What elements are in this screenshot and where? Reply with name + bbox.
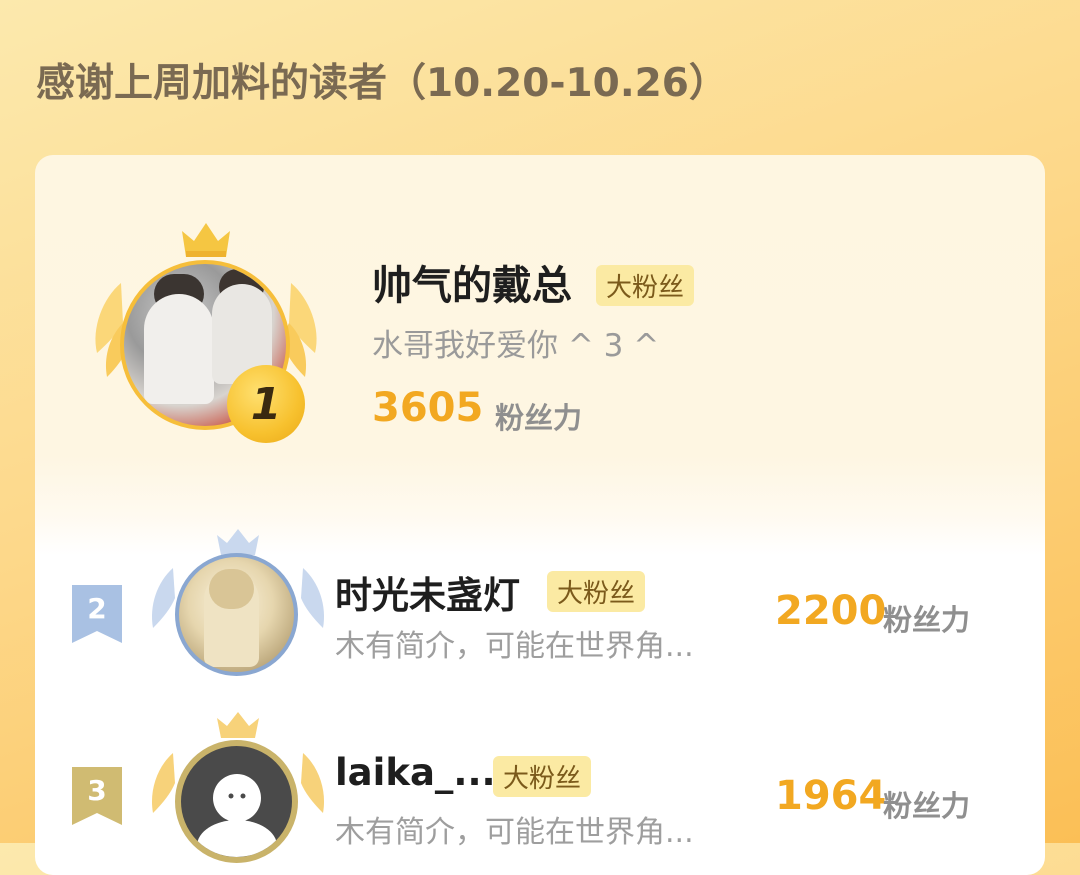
fan-level-tag: 大粉丝 (547, 571, 646, 612)
rank-flag-icon: 3 (72, 767, 122, 825)
reader-bio: 木有简介，可能在世界角... (335, 629, 694, 664)
page-title: 感谢上周加料的读者（10.20-10.26） (36, 61, 728, 106)
reader-name[interactable]: 时光未盏灯 (335, 565, 520, 619)
reader-bio: 木有简介，可能在世界角... (335, 815, 694, 850)
rank-number: 2 (87, 592, 106, 625)
fan-level-tag: 大粉丝 (596, 265, 695, 306)
fan-level-tag: 大粉丝 (493, 756, 592, 797)
crown-icon (182, 223, 230, 257)
reader-name[interactable]: laika_... (335, 751, 496, 794)
fan-power-score: 3605 (372, 385, 484, 431)
rank-flag-icon: 2 (72, 585, 122, 643)
leaderboard-card: 1 帅气的戴总 大粉丝 水哥我好爱你 ^ 3 ^ 3605 粉丝力 2 时光未盏… (35, 155, 1045, 875)
avatar[interactable] (175, 553, 298, 676)
rank-number: 3 (87, 774, 106, 807)
default-user-icon (197, 774, 277, 857)
fan-power-score: 1964 (775, 773, 887, 819)
avatar[interactable] (175, 740, 298, 863)
crown-icon (217, 712, 259, 738)
reader-bio: 水哥我好爱你 ^ 3 ^ (372, 328, 660, 364)
reader-name[interactable]: 帅气的戴总 (372, 253, 572, 311)
fan-power-unit: 粉丝力 (495, 401, 583, 435)
rank-badge: 1 (227, 365, 305, 443)
fan-power-score: 2200 (775, 588, 887, 634)
fan-power-unit: 粉丝力 (883, 603, 971, 637)
fan-power-unit: 粉丝力 (883, 789, 971, 823)
